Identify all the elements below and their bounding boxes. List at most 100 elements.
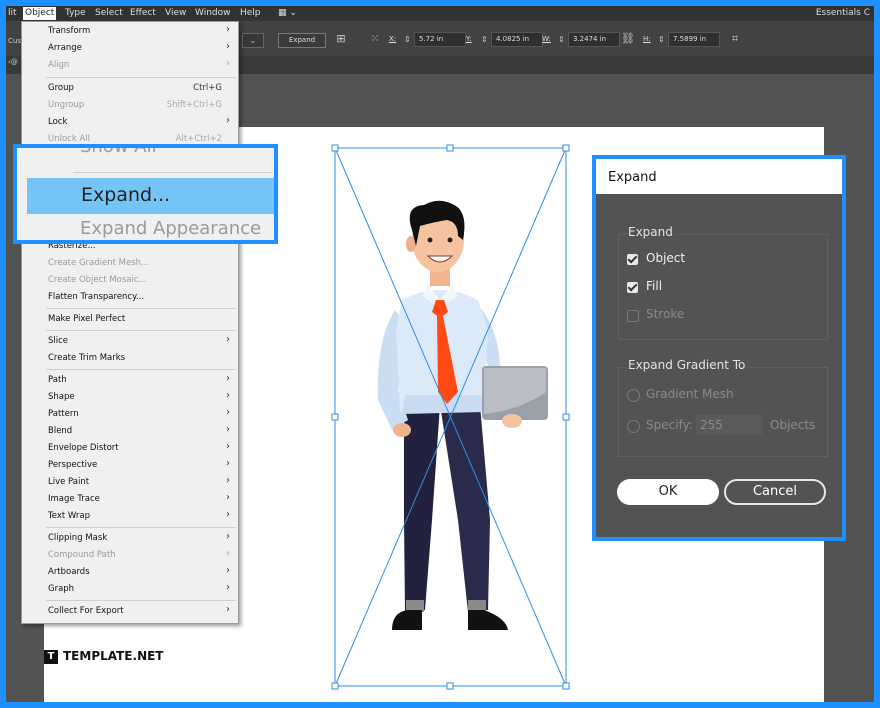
menu-separator: [46, 330, 236, 331]
dialog-title-bar[interactable]: Expand: [596, 159, 842, 194]
watermark-text: TEMPLATE.NET: [63, 649, 164, 663]
menu-item-artboards[interactable]: Artboards ›: [22, 564, 238, 580]
menu-item-path[interactable]: Path ›: [22, 372, 238, 388]
stroke-checkbox-label: Stroke: [646, 307, 685, 321]
zoom-expand-appearance-label: Expand Appearance: [80, 218, 262, 239]
object-menu: Transform › Arrange › Align › Group Ctrl+G U…: [21, 21, 239, 624]
submenu-arrow-icon: ›: [226, 58, 230, 69]
expand-group-label: Expand: [626, 225, 675, 239]
menu-item-perspective[interactable]: Perspective ›: [22, 457, 238, 473]
menu-separator: [46, 77, 236, 78]
menu-item-label: Align: [48, 60, 70, 70]
submenu-arrow-icon: ›: [226, 582, 230, 593]
menu-item-flatten-transparency[interactable]: Flatten Transparency...: [22, 289, 238, 305]
template-logo-icon: T: [44, 650, 58, 664]
gradient-mesh-radio: [627, 389, 640, 402]
menu-item-group[interactable]: Group Ctrl+G: [22, 80, 238, 96]
submenu-arrow-icon: ›: [226, 24, 230, 35]
submenu-arrow-icon: ›: [226, 373, 230, 384]
menu-shortcut: Alt+Ctrl+2: [175, 134, 222, 144]
menu-item-arrange[interactable]: Arrange ›: [22, 40, 238, 56]
menu-item-blend[interactable]: Blend ›: [22, 423, 238, 439]
menu-item-expand-label: Expand...: [81, 184, 171, 206]
menu-item-create-object-mosaic: Create Object Mosaic...: [22, 272, 238, 288]
submenu-arrow-icon: ›: [226, 424, 230, 435]
menu-item-create-gradient-mesh: Create Gradient Mesh...: [22, 255, 238, 271]
menu-item-label: Text Wrap: [48, 511, 91, 521]
menu-item-clipping-mask[interactable]: Clipping Mask ›: [22, 530, 238, 546]
menu-item-label: Envelope Distort: [48, 443, 119, 453]
submenu-arrow-icon: ›: [226, 390, 230, 401]
menu-item-envelope-distort[interactable]: Envelope Distort ›: [22, 440, 238, 456]
menu-item-label: Clipping Mask: [48, 533, 108, 543]
menu-item-collect-for-export[interactable]: Collect For Export ›: [22, 603, 238, 619]
menu-item-label: Image Trace: [48, 494, 100, 504]
object-checkbox-label[interactable]: Object: [646, 251, 685, 265]
menu-item-label: Lock: [48, 117, 68, 127]
submenu-arrow-icon: ›: [226, 531, 230, 542]
menu-item-text-wrap[interactable]: Text Wrap ›: [22, 508, 238, 524]
menu-item-pattern[interactable]: Pattern ›: [22, 406, 238, 422]
menu-item-label: Arrange: [48, 43, 82, 53]
submenu-arrow-icon: ›: [226, 41, 230, 52]
menu-item-label: Perspective: [48, 460, 98, 470]
menu-item-label: Create Gradient Mesh...: [48, 258, 150, 268]
submenu-arrow-icon: ›: [226, 492, 230, 503]
menu-item-lock[interactable]: Lock ›: [22, 114, 238, 130]
submenu-arrow-icon: ›: [226, 565, 230, 576]
menu-item-label: Artboards: [48, 567, 90, 577]
menu-separator: [73, 172, 273, 173]
submenu-arrow-icon: ›: [226, 604, 230, 615]
menu-item-make-pixel-perfect[interactable]: Make Pixel Perfect: [22, 311, 238, 327]
menu-item-transform[interactable]: Transform ›: [22, 23, 238, 39]
menu-item-compound-path: Compound Path ›: [22, 547, 238, 563]
object-checkbox[interactable]: [627, 254, 638, 265]
menu-shortcut: Ctrl+G: [193, 83, 222, 93]
menu-item-label: Live Paint: [48, 477, 90, 487]
menu-item-align: Align ›: [22, 57, 238, 73]
menu-item-label: Unlock All: [48, 134, 91, 144]
submenu-arrow-icon: ›: [226, 548, 230, 559]
menu-item-label: Make Pixel Perfect: [48, 314, 126, 324]
menu-item-image-trace[interactable]: Image Trace ›: [22, 491, 238, 507]
submenu-arrow-icon: ›: [226, 509, 230, 520]
menu-separator: [46, 308, 236, 309]
menu-item-graph[interactable]: Graph ›: [22, 581, 238, 597]
dialog-title: Expand: [608, 170, 657, 185]
menu-item-shape[interactable]: Shape ›: [22, 389, 238, 405]
submenu-arrow-icon: ›: [226, 441, 230, 452]
menu-item-slice[interactable]: Slice ›: [22, 333, 238, 349]
submenu-arrow-icon: ›: [226, 407, 230, 418]
gradient-group-box: [618, 367, 828, 457]
dialog-body: Expand Object Fill Stroke Expand Gradien…: [596, 194, 842, 537]
menu-item-live-paint[interactable]: Live Paint ›: [22, 474, 238, 490]
submenu-arrow-icon: ›: [226, 458, 230, 469]
menu-item-ungroup: Ungroup Shift+Ctrl+G: [22, 97, 238, 113]
menu-item-expand[interactable]: Expand...: [27, 178, 274, 214]
man-illustration[interactable]: [377, 200, 548, 630]
fill-checkbox[interactable]: [627, 282, 638, 293]
menu-separator: [46, 600, 236, 601]
menu-separator: [46, 527, 236, 528]
specify-objects-field: 255: [696, 415, 762, 435]
cancel-button[interactable]: Cancel: [724, 479, 826, 505]
menu-item-create-trim-marks[interactable]: Create Trim Marks: [22, 350, 238, 366]
menu-item-label: Create Object Mosaic...: [48, 275, 147, 285]
menu-item-label: Graph: [48, 584, 75, 594]
gradient-group-label: Expand Gradient To: [626, 358, 748, 372]
submenu-arrow-icon: ›: [226, 475, 230, 486]
menu-item-label: Create Trim Marks: [48, 353, 126, 363]
submenu-arrow-icon: ›: [226, 334, 230, 345]
fill-checkbox-label[interactable]: Fill: [646, 279, 662, 293]
menu-item-label: Shape: [48, 392, 75, 402]
zoom-show-all-label: Show All: [80, 144, 157, 157]
gradient-mesh-label: Gradient Mesh: [646, 387, 734, 401]
objects-label: Objects: [770, 418, 816, 432]
menu-item-label: Blend: [48, 426, 73, 436]
menu-item-label: Pattern: [48, 409, 79, 419]
ok-button[interactable]: OK: [617, 479, 719, 505]
menu-item-label: Flatten Transparency...: [48, 292, 145, 302]
menu-shortcut: Shift+Ctrl+G: [166, 100, 222, 110]
menu-item-label: Path: [48, 375, 67, 385]
menu-item-label: Compound Path: [48, 550, 116, 560]
